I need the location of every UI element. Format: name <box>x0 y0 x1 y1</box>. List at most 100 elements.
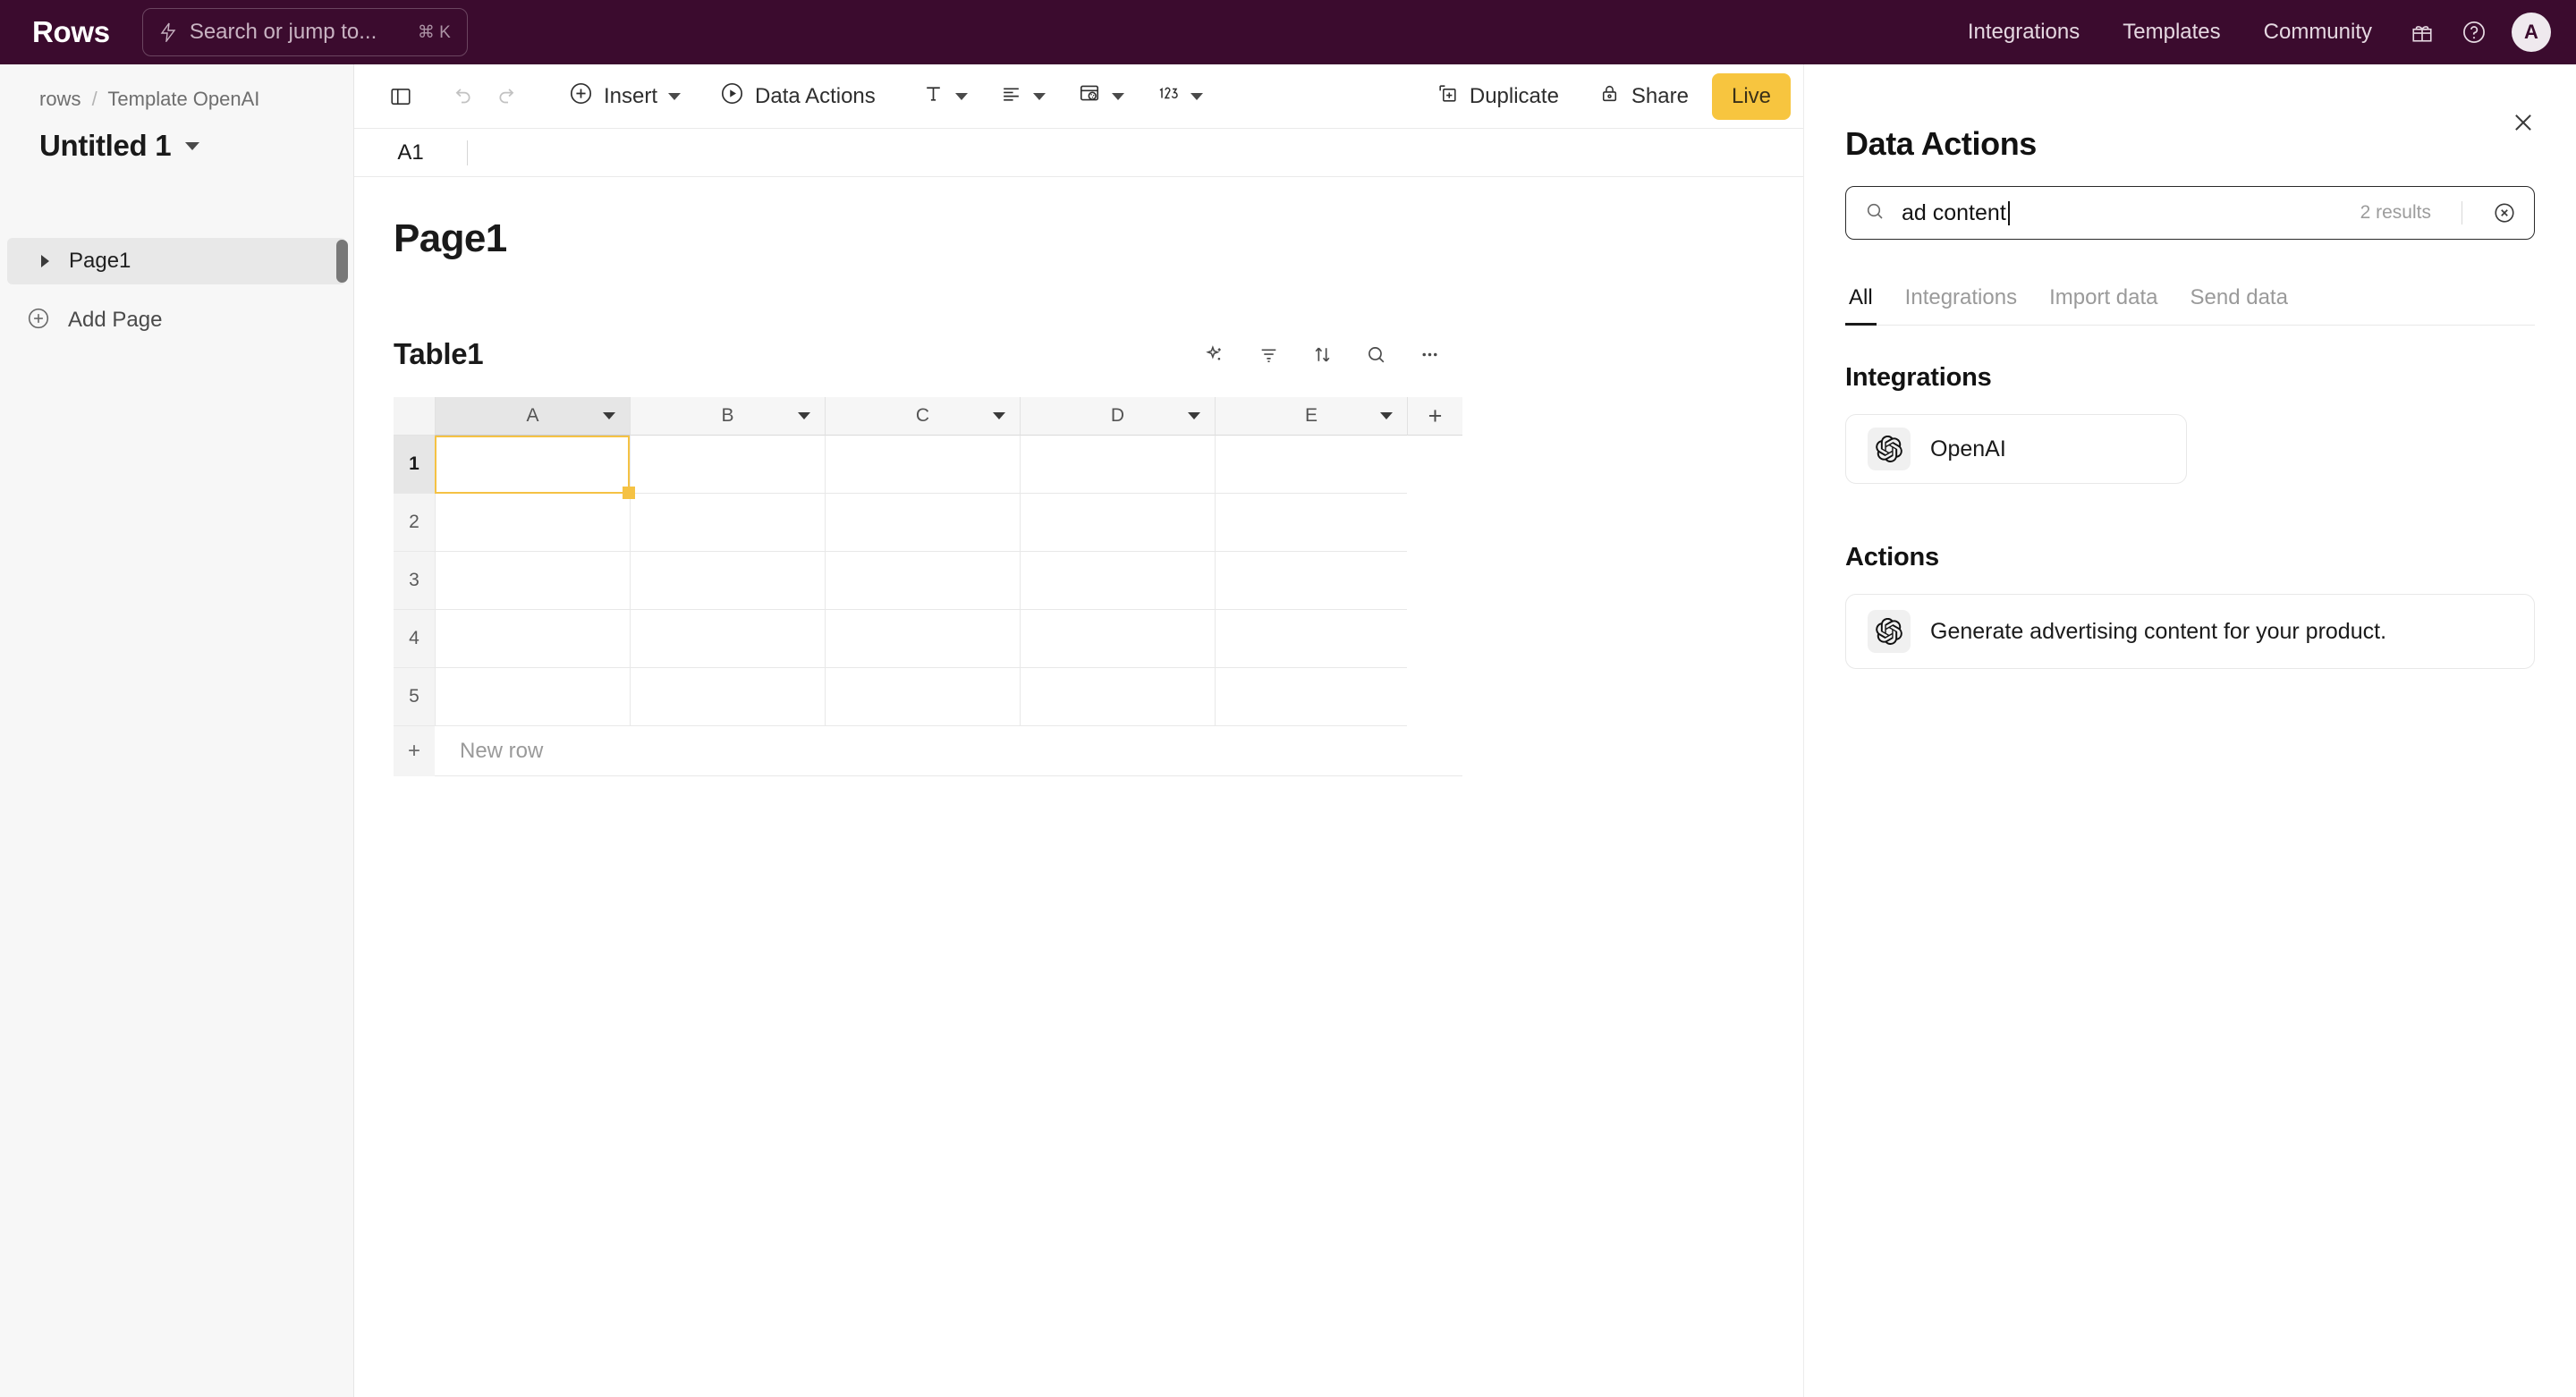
data-actions-button[interactable]: Data Actions <box>708 73 888 120</box>
number-format-button[interactable] <box>1148 73 1212 120</box>
app-logo[interactable]: Rows <box>32 15 110 49</box>
new-row-plus-icon[interactable]: + <box>394 726 435 776</box>
tab-integrations[interactable]: Integrations <box>1889 285 2033 325</box>
filter-icon[interactable] <box>1248 334 1289 375</box>
add-page-button[interactable]: Add Page <box>0 299 353 342</box>
nav-link-templates[interactable]: Templates <box>2101 20 2241 45</box>
cell-a1[interactable] <box>435 436 635 499</box>
share-button[interactable]: Share <box>1586 73 1701 120</box>
live-button[interactable]: Live <box>1711 72 1791 120</box>
row-header-2[interactable]: 2 <box>394 494 435 552</box>
global-search-box[interactable]: Search or jump to... ⌘ K <box>141 8 468 56</box>
cell-d2[interactable] <box>1020 494 1215 552</box>
cell-a2[interactable] <box>435 494 630 552</box>
magic-wand-icon[interactable] <box>1194 334 1235 375</box>
cell-d3[interactable] <box>1020 552 1215 610</box>
cell-c4[interactable] <box>825 610 1020 668</box>
fill-color-button[interactable] <box>1069 73 1133 120</box>
cell-c5[interactable] <box>825 668 1020 726</box>
cell-e2[interactable] <box>1215 494 1407 552</box>
row-header-5[interactable]: 5 <box>394 668 435 726</box>
sort-icon[interactable] <box>1301 334 1343 375</box>
top-navigation-bar: Rows Search or jump to... ⌘ K Integratio… <box>0 0 2576 64</box>
panel-search-box[interactable]: ad content 2 results <box>1845 186 2535 240</box>
chevron-down-icon[interactable] <box>1190 92 1203 100</box>
column-header-c[interactable]: C <box>825 397 1020 436</box>
cell-e4[interactable] <box>1215 610 1407 668</box>
cell-e3[interactable] <box>1215 552 1407 610</box>
insert-button[interactable]: Insert <box>556 73 693 120</box>
cell-b3[interactable] <box>630 552 825 610</box>
column-header-e[interactable]: E <box>1215 397 1407 436</box>
new-row-area[interactable]: + New row <box>394 726 1462 776</box>
text-cursor <box>2007 200 2010 225</box>
sidebar-item-page1[interactable]: Page1 <box>7 238 346 284</box>
page-title[interactable]: Page1 <box>394 216 1803 261</box>
row-header-4[interactable]: 4 <box>394 610 435 668</box>
chevron-down-icon[interactable] <box>185 141 200 150</box>
sidebar-toggle-icon[interactable] <box>377 73 424 120</box>
chevron-down-icon[interactable] <box>1111 92 1124 100</box>
search-icon[interactable] <box>1355 334 1396 375</box>
panel-search-input[interactable]: ad content <box>1902 200 2344 226</box>
chevron-down-icon[interactable] <box>603 412 615 419</box>
cell-b2[interactable] <box>630 494 825 552</box>
redo-icon[interactable] <box>485 73 531 120</box>
cell-c3[interactable] <box>825 552 1020 610</box>
new-row-label[interactable]: New row <box>435 726 1462 776</box>
chevron-down-icon[interactable] <box>1188 412 1200 419</box>
breadcrumb-workspace[interactable]: rows <box>39 88 80 110</box>
cell-c1[interactable] <box>825 436 1020 494</box>
clear-circle-icon[interactable] <box>2493 201 2516 224</box>
breadcrumb-folder[interactable]: Template OpenAI <box>107 88 259 110</box>
column-header-d[interactable]: D <box>1020 397 1215 436</box>
align-button[interactable] <box>991 73 1055 120</box>
chevron-down-icon[interactable] <box>1032 92 1046 100</box>
cell-d5[interactable] <box>1020 668 1215 726</box>
document-title-row[interactable]: Untitled 1 <box>39 129 353 163</box>
chevron-down-icon[interactable] <box>668 92 682 100</box>
duplicate-button[interactable]: Duplicate <box>1424 73 1572 120</box>
tab-all[interactable]: All <box>1845 285 1889 326</box>
more-options-icon[interactable] <box>1409 334 1450 375</box>
chevron-down-icon[interactable] <box>798 412 810 419</box>
undo-icon[interactable] <box>438 73 485 120</box>
cell-reference[interactable]: A1 <box>354 140 467 165</box>
add-column-button[interactable]: + <box>1407 397 1462 436</box>
formula-input[interactable] <box>468 129 1803 176</box>
cell-e1[interactable] <box>1215 436 1407 494</box>
close-icon[interactable] <box>2503 102 2544 143</box>
cell-c2[interactable] <box>825 494 1020 552</box>
chevron-down-icon[interactable] <box>1380 412 1393 419</box>
chevron-right-icon[interactable] <box>41 255 49 267</box>
cell-a3[interactable] <box>435 552 630 610</box>
cell-a4[interactable] <box>435 610 630 668</box>
row-header-3[interactable]: 3 <box>394 552 435 610</box>
chevron-down-icon[interactable] <box>954 92 968 100</box>
tab-import-data[interactable]: Import data <box>2033 285 2174 325</box>
cell-e5[interactable] <box>1215 668 1407 726</box>
cell-a5[interactable] <box>435 668 630 726</box>
chevron-down-icon[interactable] <box>993 412 1005 419</box>
nav-link-community[interactable]: Community <box>2242 20 2394 45</box>
tab-send-data[interactable]: Send data <box>2174 285 2304 325</box>
cell-b4[interactable] <box>630 610 825 668</box>
cell-b5[interactable] <box>630 668 825 726</box>
nav-link-integrations[interactable]: Integrations <box>1946 20 2101 45</box>
column-header-b[interactable]: B <box>630 397 825 436</box>
text-format-button[interactable] <box>913 73 977 120</box>
cell-b1[interactable] <box>630 436 825 494</box>
gift-icon[interactable] <box>2399 9 2445 55</box>
action-card-generate-advertising-content[interactable]: Generate advertising content for your pr… <box>1845 594 2535 669</box>
sidebar-scrollbar[interactable] <box>336 240 348 283</box>
help-circle-icon[interactable] <box>2451 9 2497 55</box>
table-name[interactable]: Table1 <box>394 337 484 371</box>
integration-label: OpenAI <box>1930 436 2006 461</box>
user-avatar[interactable]: A <box>2512 13 2551 52</box>
column-header-a[interactable]: A <box>435 397 630 436</box>
document-canvas: Page1 Table1 A B C D E + 1 2 3 4 5 + New… <box>354 177 1803 776</box>
row-header-1[interactable]: 1 <box>394 436 435 494</box>
integration-card-openai[interactable]: OpenAI <box>1845 414 2187 484</box>
cell-d4[interactable] <box>1020 610 1215 668</box>
cell-d1[interactable] <box>1020 436 1215 494</box>
